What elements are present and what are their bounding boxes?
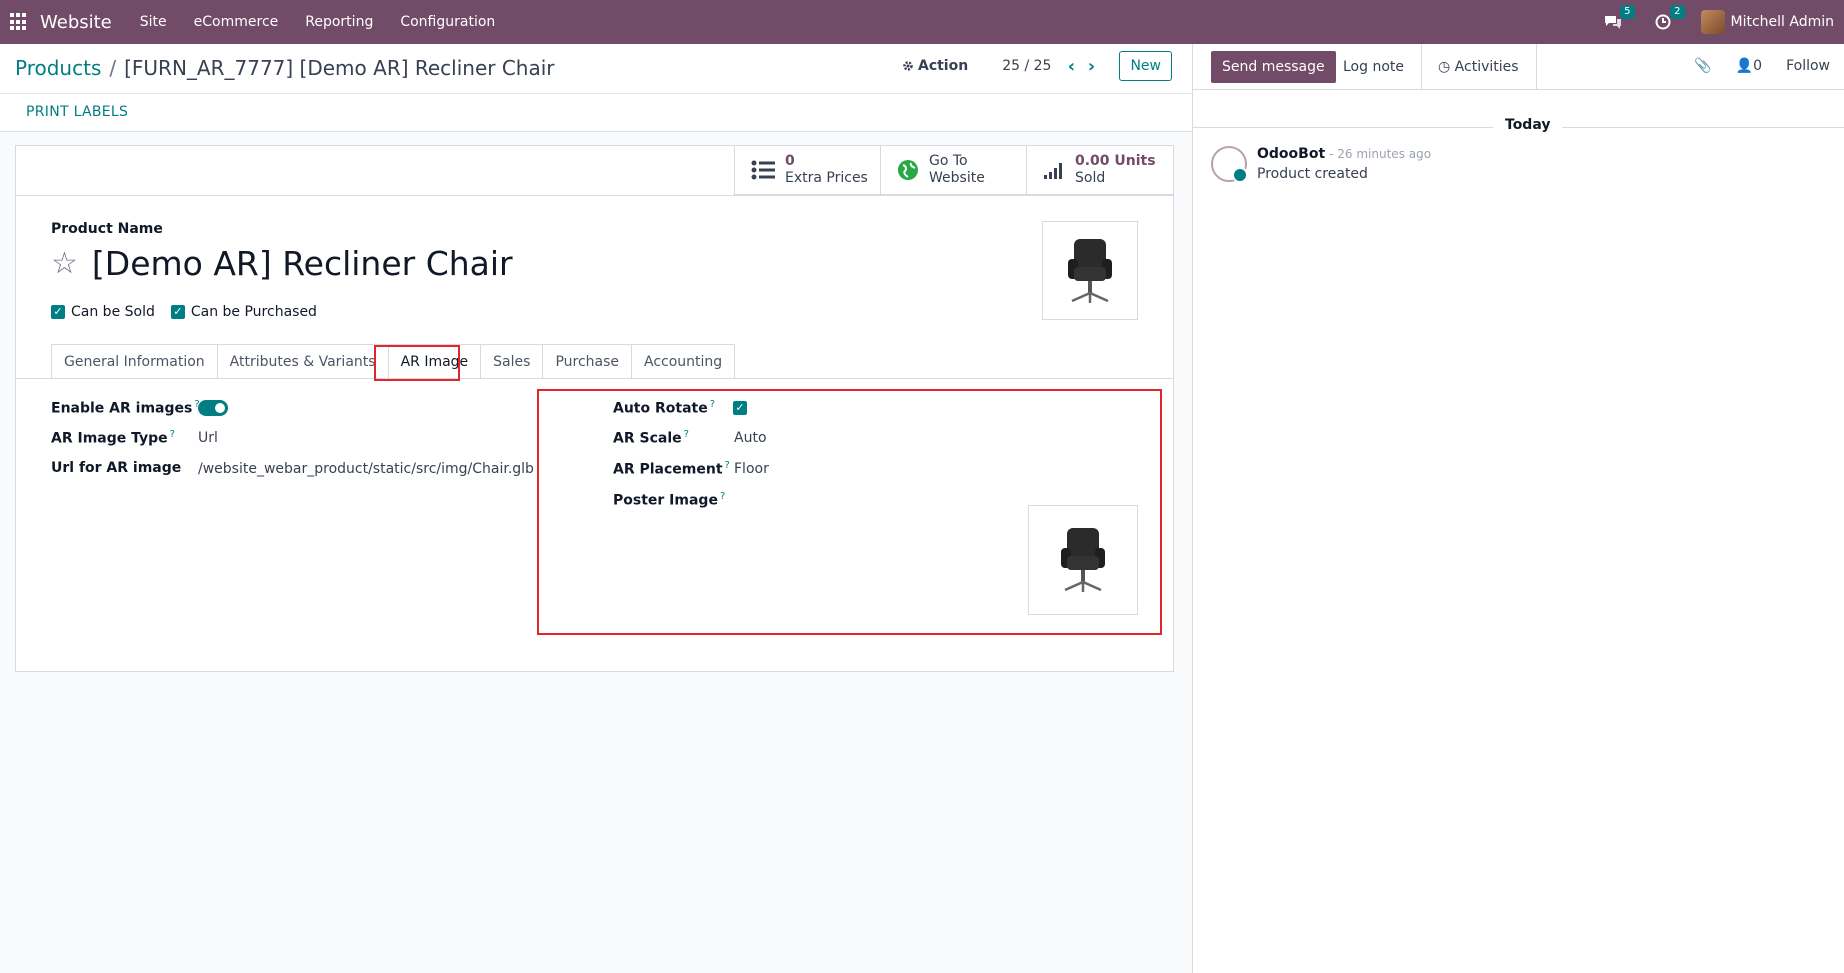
breadcrumb-separator: / xyxy=(109,56,117,80)
action-label: Action xyxy=(917,58,969,74)
message-author[interactable]: OdooBot xyxy=(1257,146,1325,162)
activity-menu[interactable]: 2 xyxy=(1651,5,1685,32)
can-be-purchased-label: Can be Purchased xyxy=(190,304,317,320)
tab-purchase[interactable]: Purchase xyxy=(542,344,633,379)
extra-prices-label: Extra Prices xyxy=(785,170,868,186)
product-image[interactable] xyxy=(1042,221,1138,320)
menu-site[interactable]: Site xyxy=(140,14,167,30)
chatter-topbar: Send message Log note ◷ Activities 📎 👤0 … xyxy=(1193,44,1844,90)
date-separator-label: Today xyxy=(1493,117,1563,133)
divider xyxy=(1536,44,1537,90)
odoobot-avatar[interactable] xyxy=(1211,146,1248,183)
url-for-ar-image-label: Url for AR image xyxy=(51,460,182,476)
new-button[interactable]: New xyxy=(1119,51,1172,81)
apps-grid-icon[interactable] xyxy=(10,13,28,31)
divider xyxy=(16,195,1173,196)
can-be-sold-label: Can be Sold xyxy=(71,304,155,320)
action-menu-button[interactable]: Action xyxy=(902,58,968,74)
send-message-button[interactable]: Send message xyxy=(1211,51,1336,83)
go-to-website-label: Website xyxy=(929,170,985,186)
breadcrumb-current: [FURN_AR_7777] [Demo AR] Recliner Chair xyxy=(124,56,555,80)
url-for-ar-image-field[interactable]: /website_webar_product/static/src/img/Ch… xyxy=(198,461,534,477)
user-name: Mitchell Admin xyxy=(1730,14,1835,30)
help-tooltip-icon[interactable]: ? xyxy=(170,429,175,440)
chatter-panel: Send message Log note ◷ Activities 📎 👤0 … xyxy=(1192,44,1844,973)
log-note-button[interactable]: Log note xyxy=(1343,59,1404,75)
product-name-label: Product Name xyxy=(51,221,163,237)
menu-configuration[interactable]: Configuration xyxy=(400,14,495,30)
date-separator: Today xyxy=(1193,117,1844,137)
form-statusbar: PRINT LABELS xyxy=(0,94,1192,132)
checkmark-icon: ✓ xyxy=(51,305,65,319)
units-sold-button[interactable]: 0.00 Units Sold xyxy=(1027,146,1173,195)
ar-image-type-field[interactable]: Url xyxy=(198,430,218,446)
go-to-website-value: Go To xyxy=(929,153,968,169)
tab-sales[interactable]: Sales xyxy=(480,344,544,379)
product-name-field[interactable]: [Demo AR] Recliner Chair xyxy=(92,244,513,283)
message-content: OdooBot - 26 minutes ago Product created xyxy=(1257,146,1431,182)
followers-button[interactable]: 👤0 xyxy=(1736,58,1762,74)
tab-general-information[interactable]: General Information xyxy=(51,344,218,379)
breadcrumb: Products / [FURN_AR_7777] [Demo AR] Reclin… xyxy=(15,56,555,80)
pager-next-icon[interactable]: › xyxy=(1081,55,1101,77)
clock-icon xyxy=(1655,14,1670,30)
divider xyxy=(1421,44,1422,90)
product-title-row: ☆ [Demo AR] Recliner Chair xyxy=(51,244,513,283)
navbar-systray: 5 2 Mitchell Admin xyxy=(1601,0,1835,44)
ar-settings-highlight xyxy=(537,389,1162,635)
can-be-sold-checkbox[interactable]: ✓ Can be Sold xyxy=(51,304,155,320)
enable-ar-toggle[interactable] xyxy=(198,400,228,416)
checkmark-icon: ✓ xyxy=(170,305,185,319)
pager-previous-icon[interactable]: ‹ xyxy=(1061,55,1081,77)
messages-count-badge: 5 xyxy=(1620,5,1635,19)
menu-ecommerce[interactable]: eCommerce xyxy=(194,14,279,30)
control-panel-actions: Action 25 / 25 ‹ › New xyxy=(902,51,1172,81)
app-brand[interactable]: Website xyxy=(40,12,112,33)
user-icon: 👤 xyxy=(1735,58,1754,74)
control-panel: Products / [FURN_AR_7777] [Demo AR] Reclin… xyxy=(0,44,1192,94)
user-menu[interactable]: Mitchell Admin xyxy=(1700,10,1835,34)
chatter-topbar-right: 📎 👤0 Follow xyxy=(1694,58,1830,74)
units-sold-value: 0.00 Units xyxy=(1075,153,1156,169)
favorite-star-icon[interactable]: ☆ xyxy=(51,248,78,279)
breadcrumb-products[interactable]: Products xyxy=(15,56,101,80)
sale-purchase-checks: ✓ Can be Sold ✓ Can be Purchased xyxy=(51,304,317,320)
extra-prices-value: 0 xyxy=(785,153,795,169)
smart-button-box: 0 Extra Prices Go To Website 0.00 Units … xyxy=(734,146,1173,195)
tab-attributes-variants[interactable]: Attributes & Variants xyxy=(216,344,389,379)
print-labels-button[interactable]: PRINT LABELS xyxy=(26,104,128,120)
can-be-purchased-checkbox[interactable]: ✓ Can be Purchased xyxy=(170,304,317,320)
list-icon xyxy=(751,160,775,180)
user-avatar xyxy=(1700,10,1725,34)
messaging-menu[interactable]: 5 xyxy=(1601,5,1635,32)
go-to-website-button[interactable]: Go To Website xyxy=(881,146,1027,195)
extra-prices-button[interactable]: 0 Extra Prices xyxy=(735,146,881,195)
top-navbar: Website Site eCommerce Reporting Configu… xyxy=(0,0,1844,44)
menu-reporting[interactable]: Reporting xyxy=(305,14,373,30)
globe-icon xyxy=(898,160,918,180)
tabs-divider xyxy=(16,378,1173,379)
chatter-message: OdooBot - 26 minutes ago Product created xyxy=(1211,146,1431,183)
enable-ar-label: Enable AR images? xyxy=(51,399,200,417)
go-to-website-text: Go To Website xyxy=(929,153,985,187)
ar-image-tab-highlight xyxy=(374,345,460,381)
units-sold-label: Sold xyxy=(1075,170,1106,186)
follow-button[interactable]: Follow xyxy=(1786,58,1830,74)
message-body: Product created xyxy=(1257,166,1368,182)
signal-icon xyxy=(1044,163,1062,179)
paperclip-icon[interactable]: 📎 xyxy=(1694,58,1711,74)
chair-image xyxy=(1068,238,1112,303)
gear-icon xyxy=(903,61,913,71)
ar-image-type-label: AR Image Type? xyxy=(51,429,175,447)
units-sold-text: 0.00 Units Sold xyxy=(1075,153,1156,187)
message-time: - 26 minutes ago xyxy=(1329,147,1432,161)
extra-prices-text: 0 Extra Prices xyxy=(785,153,868,187)
clock-icon: ◷ xyxy=(1438,59,1455,75)
pager-value[interactable]: 25 / 25 xyxy=(1002,58,1051,74)
activities-count-badge: 2 xyxy=(1670,5,1685,19)
activities-button[interactable]: ◷ Activities xyxy=(1438,59,1519,75)
tab-accounting[interactable]: Accounting xyxy=(631,344,736,379)
